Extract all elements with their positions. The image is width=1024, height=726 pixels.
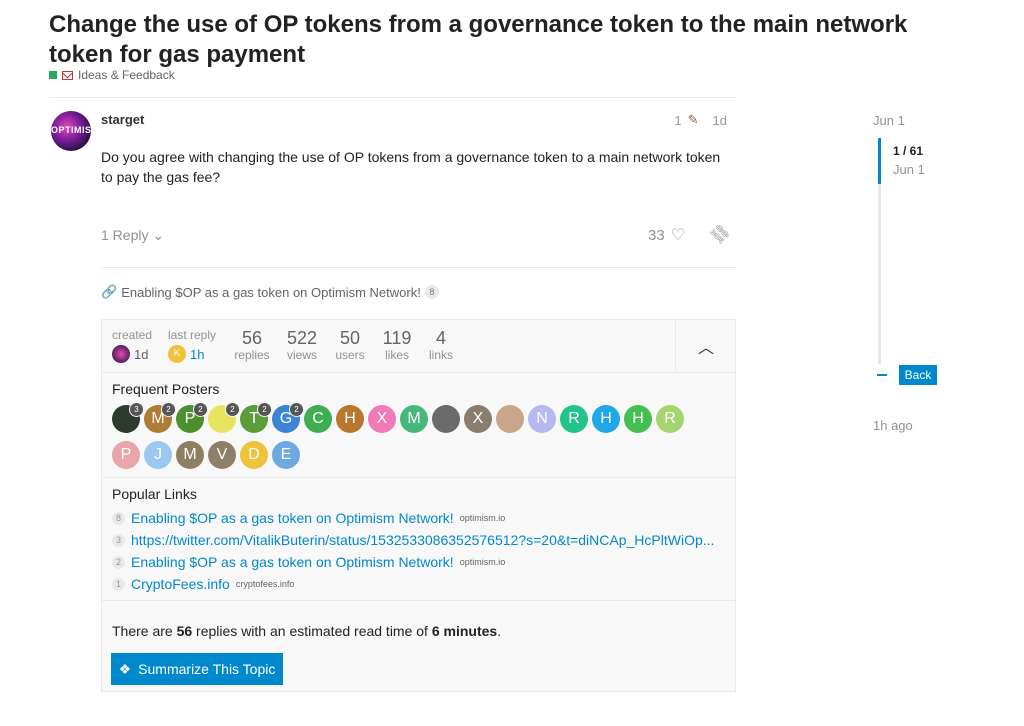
poster-avatar[interactable]: R	[656, 405, 684, 433]
poster-avatar[interactable]: M2	[144, 402, 176, 433]
link-click-count: 8	[112, 511, 125, 525]
poster-avatar[interactable]: M	[176, 441, 204, 469]
poster-avatar[interactable]: T2	[240, 402, 272, 433]
link-domain: optimism.io	[459, 557, 506, 567]
linked-topic-title[interactable]: Enabling $OP as a gas token on Optimism …	[121, 285, 421, 300]
created-stat: created 1d	[112, 328, 153, 363]
link-domain: optimism.io	[459, 513, 506, 523]
links-stat: 4 links	[428, 328, 453, 362]
timeline-position: 1 / 61	[893, 144, 924, 158]
popular-link[interactable]: CryptoFees.info	[131, 576, 230, 592]
popular-link[interactable]: Enabling $OP as a gas token on Optimism …	[131, 554, 454, 570]
linked-topic-count: 8	[424, 285, 439, 299]
topic-title[interactable]: Change the use of OP tokens from a gover…	[49, 10, 949, 70]
pencil-icon[interactable]: ✎	[688, 112, 699, 128]
popular-links-heading: Popular Links	[112, 486, 197, 502]
popular-link[interactable]: https://twitter.com/VitalikButerin/statu…	[131, 532, 714, 548]
poster-avatar[interactable]	[496, 405, 524, 433]
poster-avatar[interactable]: G2	[272, 402, 304, 433]
chevron-up-icon: ︿	[697, 340, 714, 357]
poster-avatar[interactable]: X	[368, 405, 396, 433]
poster-avatar[interactable]: 3	[112, 402, 144, 433]
poster-avatar[interactable]: C	[304, 405, 332, 433]
poster-post-count: 3	[129, 402, 144, 417]
timeline-handle[interactable]	[878, 138, 881, 184]
divider	[102, 477, 735, 478]
poster-post-count: 2	[225, 402, 240, 417]
link-icon: 🔗	[101, 284, 118, 299]
category-color-square	[49, 71, 57, 79]
popular-link-row: 2 Enabling $OP as a gas token on Optimism…	[112, 554, 505, 570]
like-button[interactable]: 33 ♡	[648, 225, 685, 245]
poster-avatar[interactable]: H	[336, 405, 364, 433]
layers-icon: ❖	[118, 660, 132, 677]
replies-toggle[interactable]: 1 Reply ⌄	[101, 227, 164, 244]
poster-avatar[interactable]: M	[400, 405, 428, 433]
divider	[101, 267, 736, 268]
frequent-posters-heading: Frequent Posters	[112, 381, 220, 397]
linked-topic[interactable]: 🔗 Enabling $OP as a gas token on Optimis…	[101, 284, 439, 300]
topic-map: created 1d last reply K 1h 56 replies 522…	[101, 319, 736, 692]
heart-icon: ♡	[670, 227, 686, 244]
poster-post-count: 2	[161, 402, 176, 417]
envelope-icon	[62, 70, 73, 80]
poster-avatar[interactable]: H	[624, 405, 652, 433]
collapse-topic-map-button[interactable]: ︿	[675, 320, 736, 372]
edit-count[interactable]: 1	[674, 113, 681, 128]
post-meta: 1 ✎ 1d	[674, 112, 727, 128]
divider	[102, 600, 735, 601]
poster-avatar[interactable]: H	[592, 405, 620, 433]
poster-avatar[interactable]: J	[144, 441, 172, 469]
post-body: Do you agree with changing the use of OP…	[101, 149, 721, 185]
poster-avatar[interactable]: V	[208, 441, 236, 469]
like-count: 33	[648, 226, 665, 244]
views-stat: 522 views	[286, 328, 318, 362]
post-author-username[interactable]: starget	[101, 112, 144, 127]
poster-post-count: 2	[289, 402, 304, 417]
popular-link-row: 1 CryptoFees.info cryptofees.info	[112, 576, 294, 592]
users-stat: 50 users	[335, 328, 365, 362]
popular-link-row: 8 Enabling $OP as a gas token on Optimism…	[112, 510, 505, 526]
poster-avatar[interactable]: 2	[208, 402, 240, 433]
poster-post-count: 2	[257, 402, 272, 417]
likes-stat: 119 likes	[382, 328, 412, 362]
post-author-avatar[interactable]: OPTIMIS	[51, 111, 91, 151]
poster-post-count: 2	[193, 402, 208, 417]
poster-avatar[interactable]: P	[112, 441, 140, 469]
last-reply-avatar: K	[168, 345, 186, 363]
link-click-count: 3	[112, 533, 125, 547]
poster-avatar[interactable]: D	[240, 441, 268, 469]
poster-avatar[interactable]	[432, 405, 460, 433]
read-time-summary: There are 56 replies with an estimated r…	[112, 623, 502, 639]
category-badge[interactable]: Ideas & Feedback	[49, 68, 175, 82]
poster-avatar[interactable]: X	[464, 405, 492, 433]
poster-avatar[interactable]: E	[272, 441, 300, 469]
share-link-icon[interactable]: ⛓	[706, 220, 735, 249]
poster-avatar[interactable]: P2	[176, 402, 208, 433]
poster-avatar[interactable]: R	[560, 405, 588, 433]
chevron-down-icon: ⌄	[152, 227, 165, 243]
timeline-position-date: Jun 1	[893, 162, 925, 177]
link-click-count: 2	[112, 555, 125, 569]
divider	[102, 372, 735, 373]
poster-avatar[interactable]: N	[528, 405, 556, 433]
divider	[49, 97, 736, 98]
link-click-count: 1	[112, 577, 125, 591]
popular-link-row: 3 https://twitter.com/VitalikButerin/stat…	[112, 532, 714, 548]
post-age[interactable]: 1d	[713, 113, 727, 128]
link-domain: cryptofees.info	[235, 579, 295, 589]
timeline-back-button[interactable]: Back	[899, 365, 937, 385]
timeline-end-date[interactable]: 1h ago	[873, 418, 913, 433]
last-reply-stat: last reply K 1h	[168, 328, 217, 363]
popular-link[interactable]: Enabling $OP as a gas token on Optimism …	[131, 510, 454, 526]
timeline-start-date[interactable]: Jun 1	[873, 113, 905, 128]
summarize-topic-button[interactable]: ❖ Summarize This Topic	[111, 653, 283, 685]
category-label[interactable]: Ideas & Feedback	[78, 68, 175, 82]
replies-stat: 56 replies	[234, 328, 270, 362]
timeline-last-read-marker	[877, 374, 887, 376]
topic-map-summary[interactable]: created 1d last reply K 1h 56 replies 522…	[102, 320, 675, 372]
created-avatar	[112, 345, 130, 363]
